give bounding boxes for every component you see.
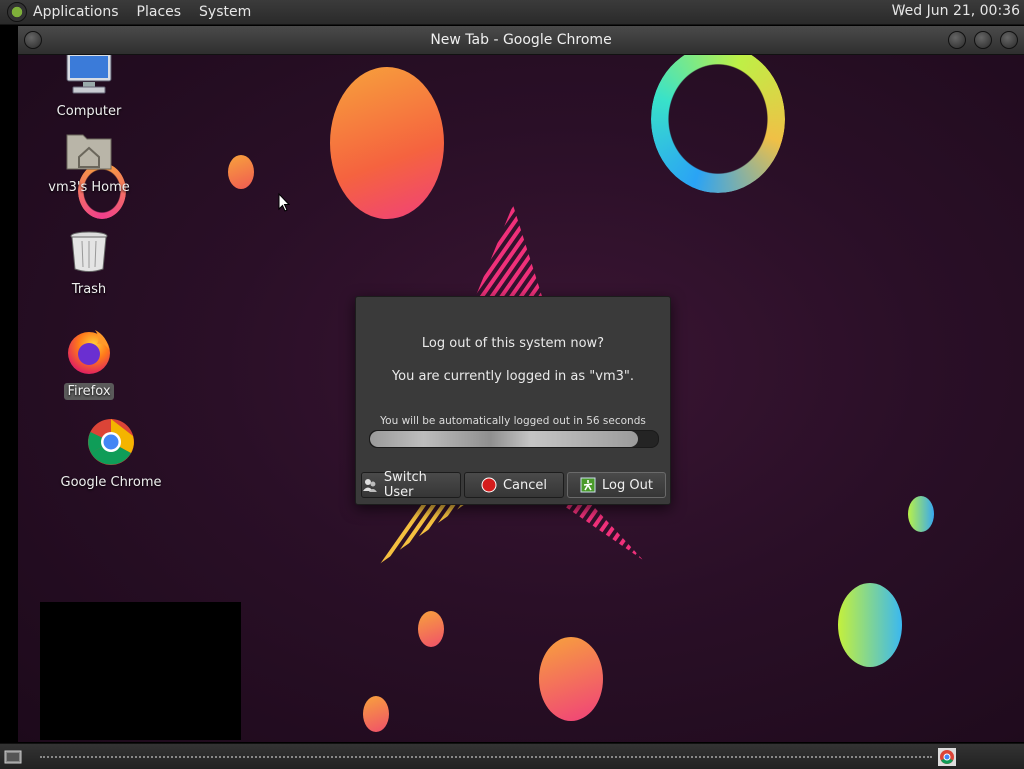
mate-logo-icon[interactable] xyxy=(7,2,27,22)
window-titlebar[interactable]: New Tab - Google Chrome xyxy=(18,26,1024,55)
cancel-icon xyxy=(481,477,497,493)
show-desktop-icon[interactable] xyxy=(4,748,22,766)
cancel-label: Cancel xyxy=(502,477,548,493)
switch-user-label: Switch User xyxy=(383,470,427,500)
desktop-icon-label: Firefox xyxy=(64,383,114,400)
menu-places[interactable]: Places xyxy=(137,4,182,20)
desktop-icon-label: Trash xyxy=(71,282,107,297)
window-menu-button[interactable] xyxy=(24,31,42,49)
log-out-button[interactable]: Log Out xyxy=(567,472,666,498)
countdown-progress-bar xyxy=(369,430,659,448)
countdown-text: You will be automatically logged out in … xyxy=(380,415,646,427)
menu-system[interactable]: System xyxy=(199,4,251,20)
wallpaper-orange-pink-oval xyxy=(539,637,603,721)
switch-user-button[interactable]: Switch User xyxy=(361,470,461,500)
clock[interactable]: Wed Jun 21, 00:36 xyxy=(892,3,1020,19)
logout-question: Log out of this system now? xyxy=(421,336,605,351)
chrome-icon xyxy=(88,419,134,465)
desktop-icon-label: Google Chrome xyxy=(60,475,162,490)
desktop-icon-label: vm3's Home xyxy=(48,180,130,195)
home-folder-icon xyxy=(66,134,112,170)
bottom-panel xyxy=(0,743,1024,769)
wallpaper-small-blue-dot xyxy=(908,496,934,532)
wallpaper-blue-green-oval xyxy=(838,583,902,667)
maximize-button[interactable] xyxy=(974,31,992,49)
desktop-icon-home[interactable]: vm3's Home xyxy=(39,129,139,196)
wallpaper-small-orange-dot xyxy=(228,155,254,189)
window-list-area xyxy=(40,756,932,758)
close-button[interactable] xyxy=(1000,31,1018,49)
countdown-progress-fill xyxy=(370,431,638,447)
window-title: New Tab - Google Chrome xyxy=(430,32,612,48)
mouse-cursor-icon xyxy=(278,193,290,212)
logged-in-as-text: You are currently logged in as "vm3". xyxy=(391,369,635,384)
top-panel: Applications Places System ⋮ Wed Jun 21,… xyxy=(0,0,1024,25)
black-window-area xyxy=(40,602,241,740)
desktop-icon-label: Computer xyxy=(56,104,122,119)
log-out-icon xyxy=(580,477,596,493)
desktop-icon-trash[interactable]: Trash xyxy=(39,229,139,298)
wallpaper-orange-dot-1 xyxy=(418,611,444,647)
firefox-icon xyxy=(68,330,110,374)
menu-applications[interactable]: Applications xyxy=(33,4,119,20)
minimize-button[interactable] xyxy=(948,31,966,49)
switch-user-icon xyxy=(362,479,377,492)
wallpaper-orange-oval xyxy=(330,67,444,219)
desktop-icon-chrome[interactable]: Google Chrome xyxy=(54,418,168,491)
desktop-icon-computer[interactable]: Computer xyxy=(39,55,139,120)
chrome-taskbar-icon[interactable] xyxy=(938,748,956,766)
wallpaper-gradient-ring xyxy=(651,55,785,193)
wallpaper-orange-dot-2 xyxy=(363,696,389,732)
logout-dialog: Log out of this system now? You are curr… xyxy=(355,296,671,505)
trash-icon xyxy=(70,231,108,272)
cancel-button[interactable]: Cancel xyxy=(464,472,564,498)
desktop-icon-firefox[interactable]: Firefox xyxy=(39,327,139,400)
log-out-label: Log Out xyxy=(602,477,653,493)
computer-icon xyxy=(66,55,112,94)
